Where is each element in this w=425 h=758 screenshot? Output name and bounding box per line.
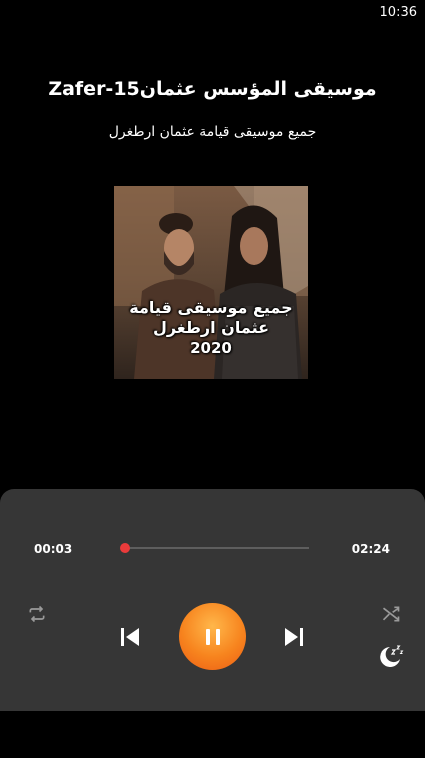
seek-thumb[interactable] (119, 543, 130, 553)
shuffle-icon (382, 606, 400, 622)
skip-previous-icon (121, 628, 139, 646)
status-time: 10:36 (379, 5, 417, 20)
status-bar: 10:36 (0, 0, 425, 24)
cover-year: 2020 (190, 339, 232, 357)
previous-button[interactable] (116, 623, 144, 651)
elapsed-time: 00:03 (34, 542, 73, 556)
sleep-timer-button[interactable] (375, 641, 405, 671)
cover-caption-text: جميع موسيقى قيامة عثمان ارطغرل (129, 298, 293, 337)
player-panel: 00:03 02:24 (0, 489, 425, 711)
skip-next-icon (285, 628, 303, 646)
shuffle-button[interactable] (380, 603, 402, 625)
album-name: جميع موسيقى قيامة عثمان ارطغرل (108, 124, 317, 140)
track-title: موسيقى المؤسس عثمانZafer-15 (48, 78, 377, 100)
cover-caption: جميع موسيقى قيامة عثمان ارطغرل 2020 (114, 298, 308, 358)
pause-icon (205, 628, 220, 645)
seek-bar[interactable] (121, 547, 309, 549)
repeat-button[interactable] (26, 603, 48, 625)
next-button[interactable] (280, 623, 308, 651)
play-pause-button[interactable] (179, 603, 246, 670)
album-cover: جميع موسيقى قيامة عثمان ارطغرل 2020 (114, 186, 308, 379)
repeat-icon (29, 605, 45, 623)
sleep-timer-icon (380, 645, 404, 667)
total-time: 02:24 (351, 542, 390, 556)
